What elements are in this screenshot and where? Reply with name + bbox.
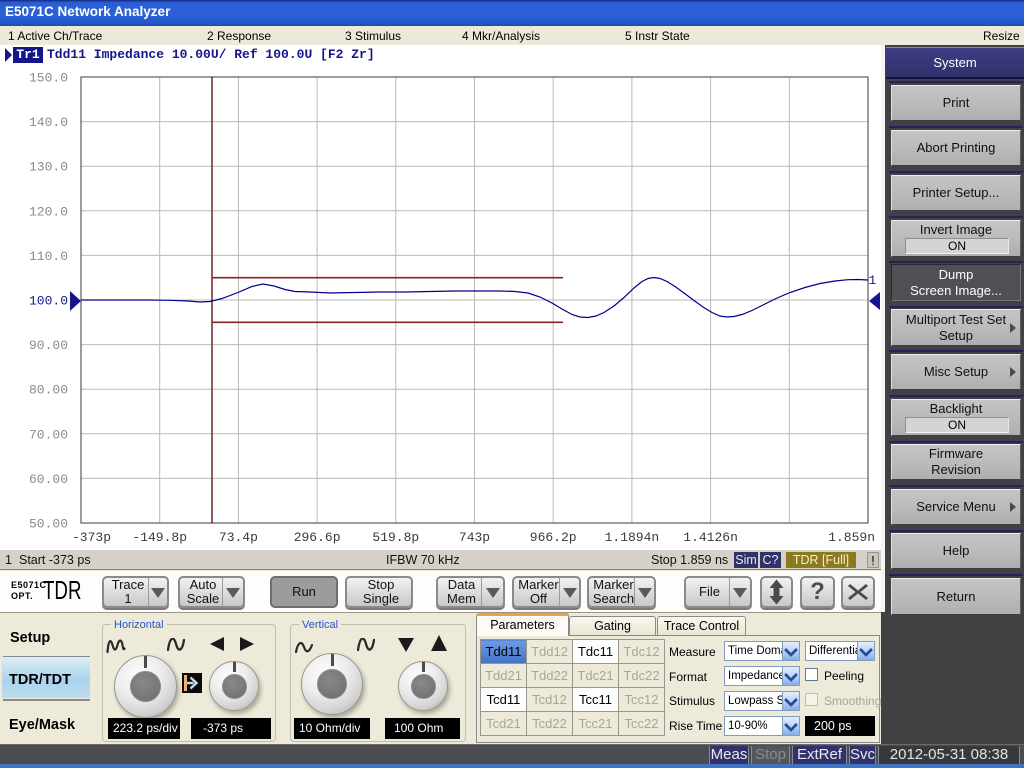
svg-text:1.4126n: 1.4126n — [683, 530, 738, 545]
svg-text:519.8p: 519.8p — [372, 530, 419, 545]
svg-text:80.00: 80.00 — [29, 383, 68, 398]
svg-text:90.00: 90.00 — [29, 338, 68, 353]
svg-text:120.0: 120.0 — [29, 204, 68, 219]
svg-text:1.859n: 1.859n — [828, 530, 875, 545]
svg-text:70.00: 70.00 — [29, 427, 68, 442]
svg-text:73.4p: 73.4p — [219, 530, 258, 545]
svg-text:110.0: 110.0 — [29, 249, 68, 264]
svg-text:1: 1 — [869, 273, 877, 288]
svg-text:-149.8p: -149.8p — [132, 530, 187, 545]
svg-text:150.0: 150.0 — [29, 71, 68, 86]
svg-text:743p: 743p — [459, 530, 490, 545]
svg-text:100.0: 100.0 — [29, 294, 68, 309]
svg-text:50.00: 50.00 — [29, 517, 68, 532]
svg-text:1.1894n: 1.1894n — [605, 530, 660, 545]
svg-text:140.0: 140.0 — [29, 115, 68, 130]
svg-text:130.0: 130.0 — [29, 160, 68, 175]
svg-text:296.6p: 296.6p — [294, 530, 341, 545]
svg-text:60.00: 60.00 — [29, 472, 68, 487]
svg-text:-373p: -373p — [72, 530, 111, 545]
svg-text:966.2p: 966.2p — [530, 530, 577, 545]
